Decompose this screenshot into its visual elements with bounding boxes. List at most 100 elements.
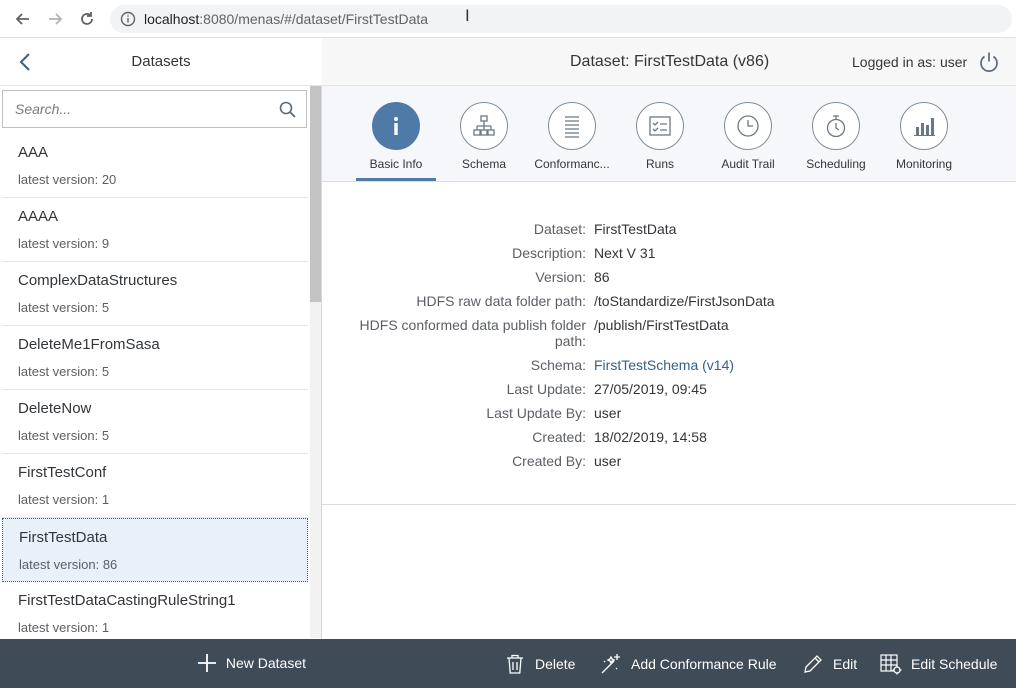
tab-icon-circle bbox=[372, 102, 420, 150]
tab-scheduling[interactable]: Scheduling bbox=[796, 102, 876, 171]
dataset-version: latest version: 5 bbox=[18, 428, 110, 443]
tab-basic-info[interactable]: Basic Info bbox=[356, 102, 436, 171]
detail-header: Dataset: FirstTestData (v86) Logged in a… bbox=[322, 38, 1016, 86]
value-last-update-by: user bbox=[594, 405, 622, 421]
tab-icon-circle bbox=[724, 102, 772, 150]
tab-conformance[interactable]: Conformanc... bbox=[532, 102, 612, 171]
trash-icon bbox=[507, 654, 523, 674]
dataset-name: DeleteMe1FromSasa bbox=[18, 336, 160, 353]
edit-schedule-label: Edit Schedule bbox=[911, 656, 998, 672]
active-tab-indicator bbox=[356, 178, 436, 181]
list-item[interactable]: AAAA latest version: 9 bbox=[2, 198, 308, 262]
label-schema: Schema: bbox=[530, 357, 586, 373]
new-dataset-button[interactable]: New Dataset bbox=[197, 653, 306, 673]
label-created-by: Created By: bbox=[512, 453, 586, 469]
label-last-update: Last Update: bbox=[506, 381, 586, 397]
edit-label: Edit bbox=[833, 656, 858, 672]
tab-runs[interactable]: Runs bbox=[620, 102, 700, 171]
dataset-name: AAAA bbox=[18, 208, 59, 225]
tab-label: Audit Trail bbox=[721, 157, 775, 171]
dataset-version: latest version: 1 bbox=[18, 492, 110, 507]
table-gear-icon bbox=[880, 654, 902, 675]
tab-label: Basic Info bbox=[369, 157, 423, 171]
dataset-version: latest version: 1 bbox=[18, 620, 110, 635]
tab-icon-circle bbox=[812, 102, 860, 150]
value-conformed-path: /publish/FirstTestData bbox=[594, 317, 729, 333]
datasets-master-pane: Datasets AAA latest version: 20 AAAA lat… bbox=[0, 38, 322, 688]
master-footer: New Dataset bbox=[0, 639, 322, 688]
arrow-right-icon bbox=[49, 13, 63, 25]
pencil-icon bbox=[804, 655, 822, 673]
delete-button[interactable]: Delete bbox=[504, 653, 575, 675]
label-dataset: Dataset: bbox=[533, 221, 586, 237]
text-cursor-icon: I bbox=[465, 6, 470, 25]
tab-label: Runs bbox=[645, 157, 674, 171]
list-item[interactable]: AAA latest version: 20 bbox=[2, 134, 308, 198]
edit-schedule-button[interactable]: Edit Schedule bbox=[880, 653, 997, 675]
scrollbar-thumb[interactable] bbox=[310, 86, 321, 302]
value-description: Next V 31 bbox=[594, 245, 656, 261]
tab-label: Monitoring bbox=[895, 157, 953, 171]
power-icon bbox=[980, 52, 998, 72]
address-bar[interactable]: localhost:8080/menas/#/dataset/FirstTest… bbox=[110, 5, 1012, 33]
search-field[interactable] bbox=[2, 90, 307, 128]
label-conformed-path: HDFS conformed data publish folder bbox=[359, 317, 586, 333]
label-created: Created: bbox=[532, 429, 586, 445]
tab-schema[interactable]: Schema bbox=[444, 102, 524, 171]
add-conformance-rule-label: Add Conformance Rule bbox=[631, 656, 777, 672]
browser-back-button[interactable] bbox=[12, 8, 34, 30]
tab-icon-circle bbox=[460, 102, 508, 150]
detail-footer-toolbar: Delete Add Conformance Rule Edit Edit Sc… bbox=[322, 639, 1016, 688]
list-item[interactable]: ComplexDataStructures latest version: 5 bbox=[2, 262, 308, 326]
tab-label: Schema bbox=[461, 157, 507, 171]
dataset-name: ComplexDataStructures bbox=[18, 272, 178, 289]
dataset-name: FirstTestConf bbox=[18, 464, 107, 481]
browser-reload-button[interactable] bbox=[76, 8, 98, 30]
search-input[interactable] bbox=[3, 91, 263, 127]
checklist-icon bbox=[649, 116, 671, 136]
label-conformed-path-cont: path: bbox=[554, 333, 586, 349]
dataset-list: AAA latest version: 20 AAAA latest versi… bbox=[2, 134, 308, 638]
bar-chart-icon bbox=[914, 118, 935, 136]
dataset-detail-pane: Dataset: FirstTestData (v86) Logged in a… bbox=[322, 38, 1016, 688]
add-conformance-rule-button[interactable]: Add Conformance Rule bbox=[600, 653, 777, 675]
list-item[interactable]: FirstTestConf latest version: 1 bbox=[2, 454, 308, 518]
list-item[interactable]: FirstTestDataCastingRuleString1 latest v… bbox=[2, 582, 308, 638]
dataset-version: latest version: 86 bbox=[19, 557, 118, 572]
list-item-selected[interactable]: FirstTestData latest version: 86 bbox=[2, 518, 308, 582]
label-description: Description: bbox=[512, 245, 586, 261]
browser-forward-button[interactable] bbox=[44, 8, 66, 30]
icon-tab-bar: Basic Info Schema Conformanc... Runs Aud… bbox=[322, 86, 1016, 182]
plus-icon bbox=[197, 654, 216, 672]
value-created-by: user bbox=[594, 453, 622, 469]
dataset-name: DeleteNow bbox=[18, 400, 92, 417]
label-raw-path: HDFS raw data folder path: bbox=[416, 293, 586, 309]
value-dataset: FirstTestData bbox=[594, 221, 677, 237]
tab-monitoring[interactable]: Monitoring bbox=[884, 102, 964, 171]
tab-icon-circle bbox=[548, 102, 596, 150]
value-created: 18/02/2019, 14:58 bbox=[594, 429, 707, 445]
label-version: Version: bbox=[535, 269, 586, 285]
list-scrollbar[interactable] bbox=[310, 86, 321, 638]
dataset-version: latest version: 5 bbox=[18, 300, 110, 315]
dataset-version: latest version: 20 bbox=[18, 172, 117, 187]
logged-in-user: Logged in as: user bbox=[852, 54, 968, 70]
list-item[interactable]: DeleteMe1FromSasa latest version: 5 bbox=[2, 326, 308, 390]
logout-button[interactable] bbox=[978, 51, 1000, 73]
list-item[interactable]: DeleteNow latest version: 5 bbox=[2, 390, 308, 454]
delete-label: Delete bbox=[535, 656, 576, 672]
dataset-version: latest version: 5 bbox=[18, 364, 110, 379]
stopwatch-icon bbox=[826, 115, 846, 138]
value-version: 86 bbox=[594, 269, 610, 285]
hierarchy-icon bbox=[473, 115, 495, 136]
basic-info-form: Dataset: FirstTestData Description: Next… bbox=[322, 183, 1016, 505]
info-icon bbox=[394, 117, 398, 135]
tab-audit-trail[interactable]: Audit Trail bbox=[708, 102, 788, 171]
schema-link[interactable]: FirstTestSchema (v14) bbox=[594, 357, 734, 373]
edit-button[interactable]: Edit bbox=[802, 653, 857, 675]
search-icon[interactable] bbox=[279, 101, 296, 118]
tab-label: Conformanc... bbox=[534, 157, 610, 171]
dataset-version: latest version: 9 bbox=[18, 236, 110, 251]
tab-icon-circle bbox=[636, 102, 684, 150]
tab-icon-circle bbox=[900, 102, 948, 150]
